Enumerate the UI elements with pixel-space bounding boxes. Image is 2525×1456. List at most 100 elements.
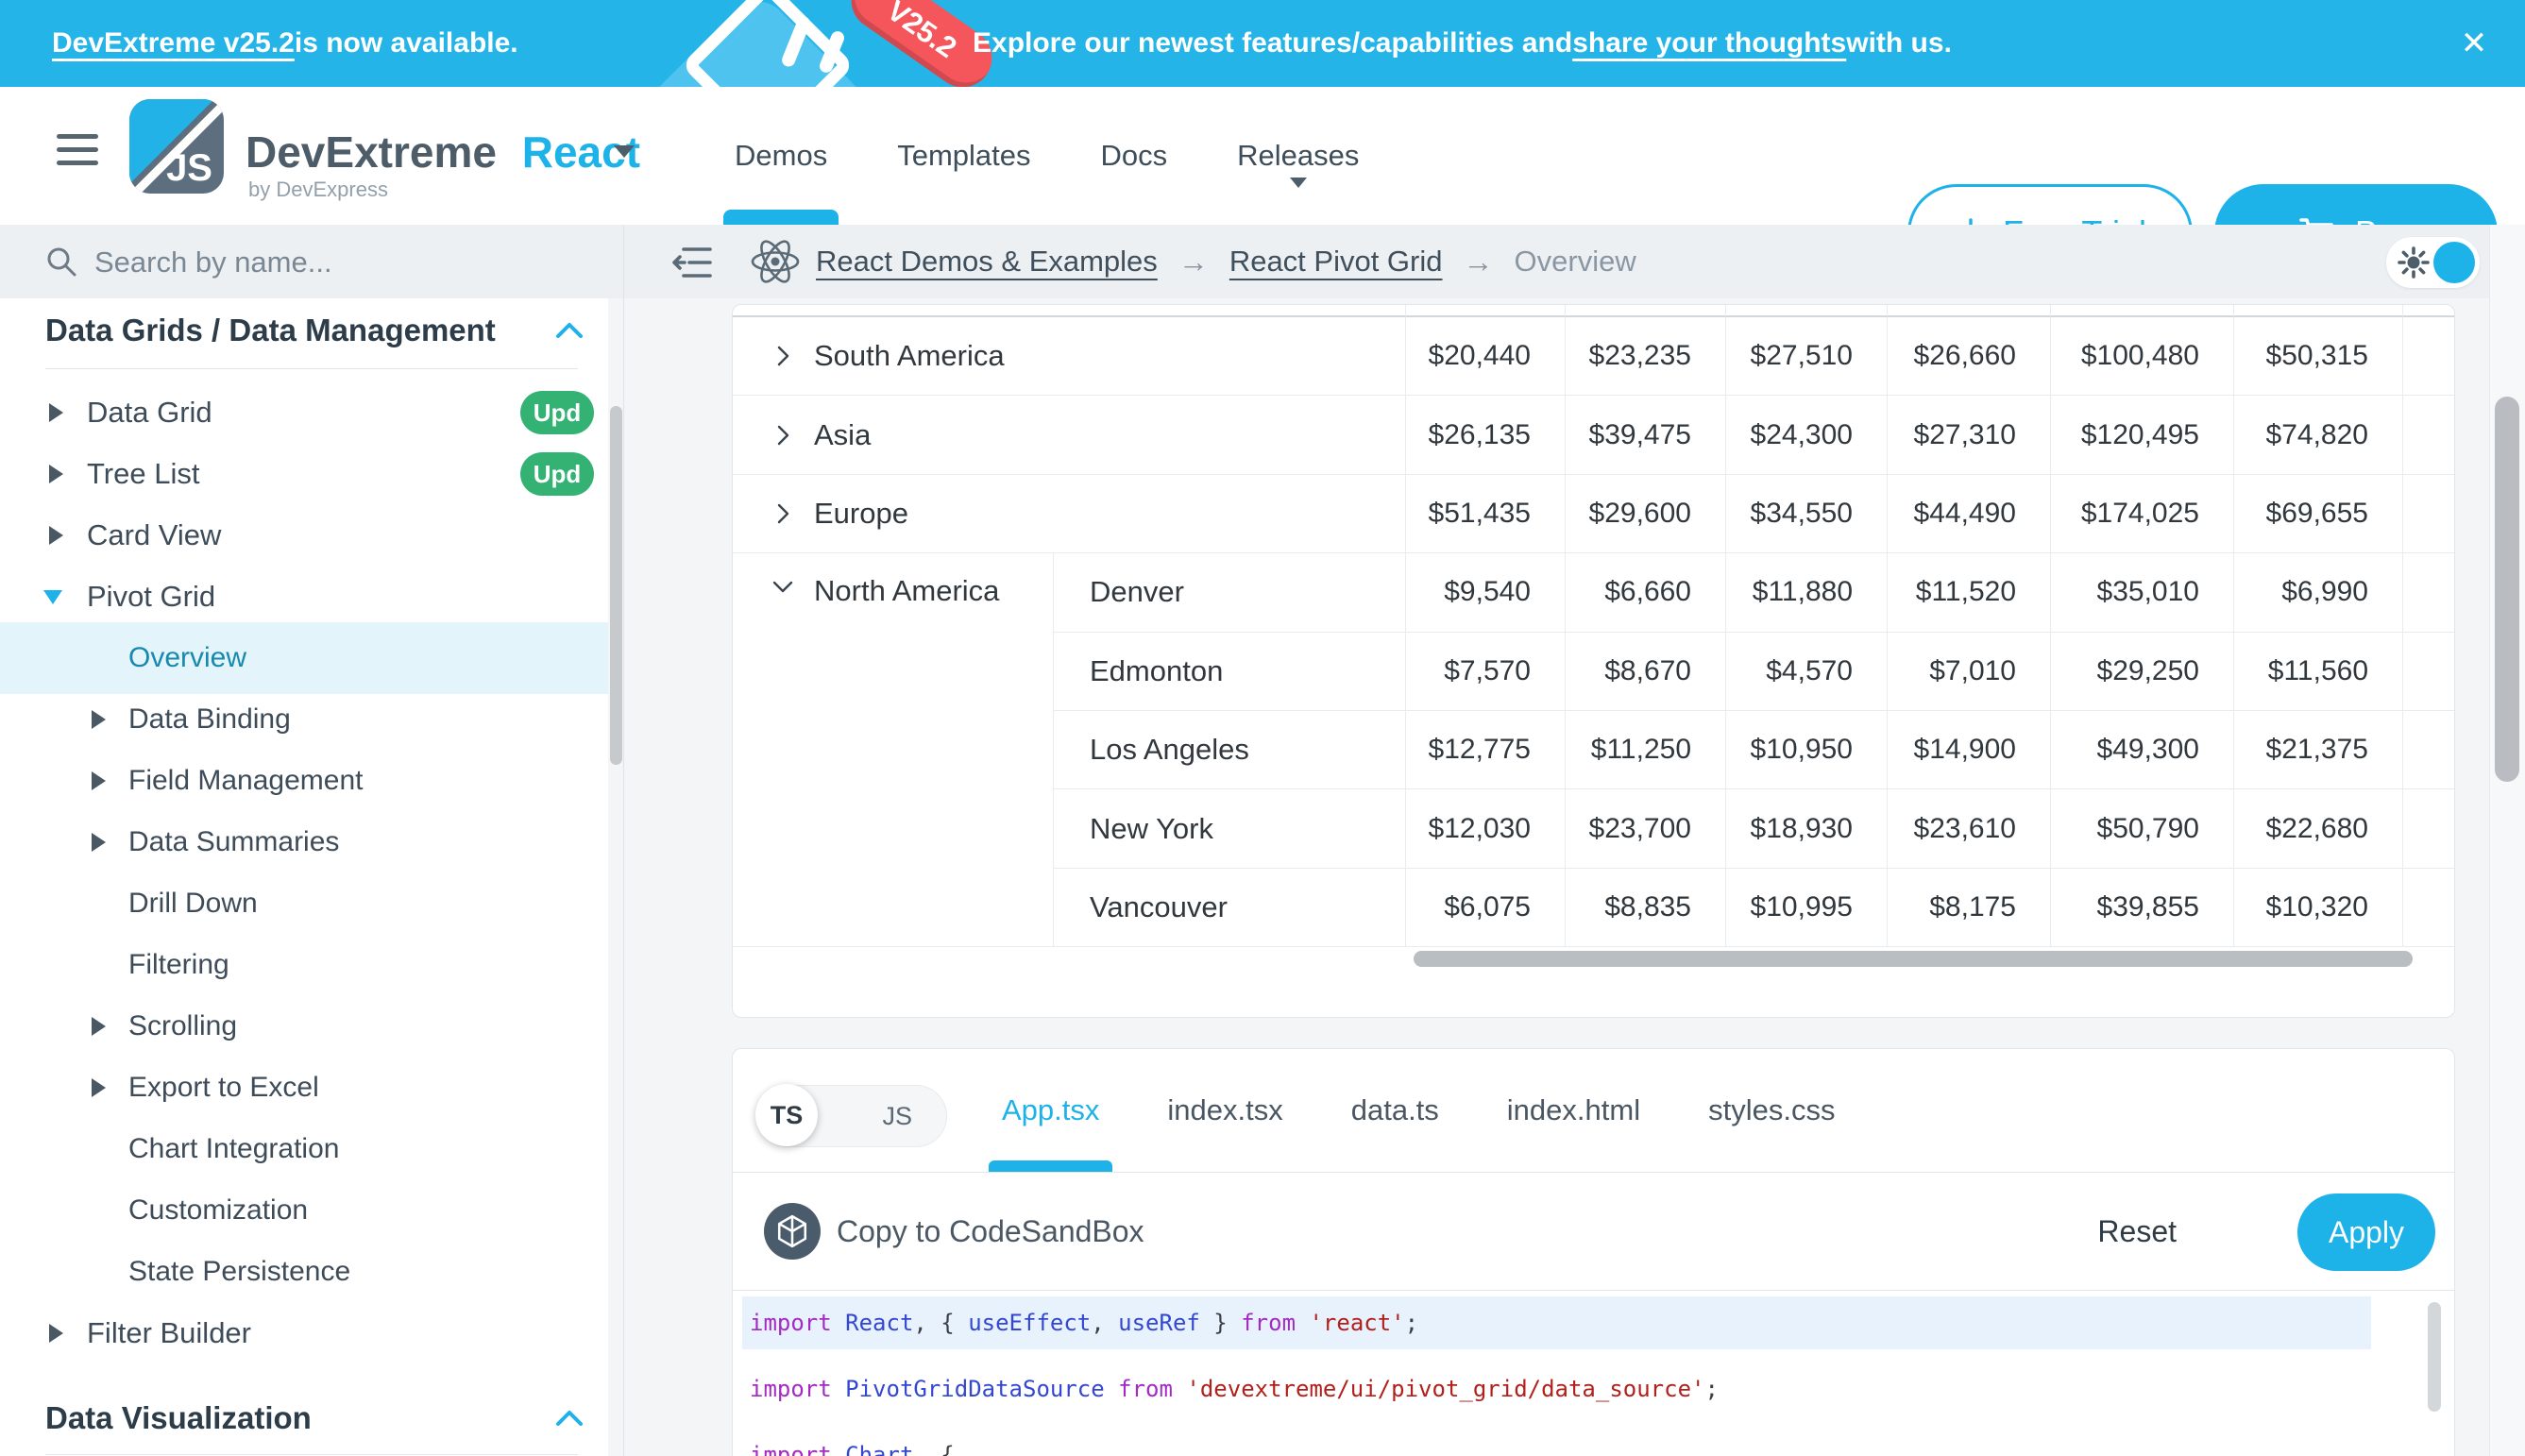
sidebar-item-data-binding[interactable]: Data Binding: [0, 689, 623, 751]
section-collapse-chevron-up-icon[interactable]: [555, 1409, 584, 1428]
tab-data-ts[interactable]: data.ts: [1351, 1049, 1439, 1172]
sidebar-item-overview[interactable]: Overview: [0, 622, 623, 694]
js-toggle-option[interactable]: JS: [882, 1086, 912, 1146]
pivot-city-row-header[interactable]: Vancouver: [1054, 869, 1406, 947]
pivot-value-cell[interactable]: $74,820: [2234, 396, 2403, 474]
pivot-value-cell[interactable]: $7,010: [1888, 633, 2051, 711]
sidebar-item-state-persistence[interactable]: State Persistence: [0, 1242, 623, 1303]
sidebar-item-data-grid[interactable]: Data GridUpd: [0, 382, 623, 444]
pivot-value-cell[interactable]: $49,300: [2051, 711, 2234, 789]
pivot-value-cell[interactable]: $6,990: [2234, 553, 2403, 632]
expand-chevron-icon[interactable]: [92, 710, 106, 729]
pivot-value-cell[interactable]: $50,790: [2051, 789, 2234, 868]
tab-index-tsx[interactable]: index.tsx: [1167, 1049, 1282, 1172]
apply-button[interactable]: Apply: [2297, 1194, 2435, 1271]
pivot-value-cell[interactable]: $8,175: [1888, 869, 2051, 947]
pivot-value-cell[interactable]: $11,520: [1888, 553, 2051, 632]
row-collapse-chevron-icon[interactable]: [771, 574, 795, 599]
nav-item-templates[interactable]: Templates: [897, 87, 1030, 225]
hamburger-menu-icon[interactable]: [57, 134, 98, 165]
sidebar-item-tree-list[interactable]: Tree ListUpd: [0, 444, 623, 505]
pivot-value-cell[interactable]: $18,930: [1726, 789, 1888, 868]
pivot-value-cell[interactable]: $8,835: [1566, 869, 1726, 947]
pivot-city-row-header[interactable]: Denver: [1054, 553, 1406, 632]
pivot-value-cell[interactable]: $35,010: [2051, 553, 2234, 632]
pivot-value-cell[interactable]: $22,680: [2234, 789, 2403, 868]
pivot-value-cell[interactable]: $39,475: [1566, 396, 1726, 474]
pivot-value-cell[interactable]: $14,900: [1888, 711, 2051, 789]
pivot-value-cell[interactable]: $20,440: [1406, 317, 1566, 396]
pivot-value-cell[interactable]: $9,540: [1406, 553, 1566, 632]
collapse-sidebar-icon[interactable]: [672, 245, 714, 279]
nav-item-docs[interactable]: Docs: [1101, 87, 1168, 225]
code-editor[interactable]: import React, { useEffect, useRef } from…: [733, 1291, 2455, 1456]
page-scrollbar-thumb[interactable]: [2495, 397, 2519, 782]
pivot-value-cell[interactable]: $34,550: [1726, 475, 1888, 553]
pivot-value-cell[interactable]: $12,030: [1406, 789, 1566, 868]
code-scrollbar-thumb[interactable]: [2428, 1302, 2441, 1412]
search-input[interactable]: [93, 236, 587, 289]
expand-chevron-icon[interactable]: [92, 1078, 106, 1097]
sidebar-item-pivot-grid[interactable]: Pivot Grid: [0, 567, 623, 628]
pivot-value-cell[interactable]: $4,570: [1726, 633, 1888, 711]
expand-chevron-icon[interactable]: [49, 526, 63, 545]
pivot-region-row-header[interactable]: Europe: [733, 475, 1406, 553]
sidebar-item-customization[interactable]: Customization: [0, 1180, 623, 1242]
expand-chevron-icon[interactable]: [49, 465, 63, 483]
theme-toggle-knob[interactable]: [2433, 242, 2475, 283]
js-logo[interactable]: JS: [129, 99, 224, 194]
expand-chevron-icon[interactable]: [92, 1017, 106, 1036]
row-expand-chevron-icon[interactable]: [771, 501, 795, 526]
sidebar-scrollbar-thumb[interactable]: [610, 406, 622, 765]
theme-toggle[interactable]: [2386, 237, 2480, 288]
pivot-value-cell[interactable]: $6,660: [1566, 553, 1726, 632]
sidebar-item-field-management[interactable]: Field Management: [0, 751, 623, 812]
expand-chevron-icon[interactable]: [92, 771, 106, 790]
pivot-city-row-header[interactable]: Edmonton: [1054, 633, 1406, 711]
collapse-chevron-icon[interactable]: [43, 590, 62, 604]
pivot-value-cell[interactable]: $11,880: [1726, 553, 1888, 632]
pivot-value-cell[interactable]: $24,300: [1726, 396, 1888, 474]
sidebar-item-chart-integration[interactable]: Chart Integration: [0, 1119, 623, 1180]
pivot-region-row-header[interactable]: Asia: [733, 396, 1406, 474]
pivot-value-cell[interactable]: $27,510: [1726, 317, 1888, 396]
expand-chevron-icon[interactable]: [49, 403, 63, 422]
codesandbox-icon[interactable]: [764, 1203, 821, 1260]
nav-item-releases[interactable]: Releases: [1237, 87, 1359, 225]
pivot-value-cell[interactable]: $12,775: [1406, 711, 1566, 789]
copy-to-codesandbox-label[interactable]: Copy to CodeSandBox: [837, 1173, 1144, 1291]
tab-styles-css[interactable]: styles.css: [1708, 1049, 1835, 1172]
pivot-value-cell[interactable]: $23,700: [1566, 789, 1726, 868]
pivot-region-row-header[interactable]: South America: [733, 317, 1406, 396]
share-thoughts-link[interactable]: share your thoughts: [1572, 27, 1846, 59]
breadcrumb-demos-link[interactable]: React Demos & Examples: [816, 245, 1158, 279]
banner-release-link[interactable]: DevExtreme v25.2: [52, 27, 295, 59]
expand-chevron-icon[interactable]: [49, 1324, 63, 1343]
pivot-value-cell[interactable]: $174,025: [2051, 475, 2234, 553]
sidebar-item-filtering[interactable]: Filtering: [0, 935, 623, 996]
framework-caret-icon[interactable]: [614, 145, 635, 158]
nav-item-demos[interactable]: Demos: [735, 87, 827, 225]
tab-App-tsx[interactable]: App.tsx: [1002, 1049, 1099, 1172]
sidebar-item-card-view[interactable]: Card View: [0, 505, 623, 567]
banner-close-button[interactable]: ✕: [2446, 0, 2502, 87]
pivot-value-cell[interactable]: $44,490: [1888, 475, 2051, 553]
sidebar-item-drill-down[interactable]: Drill Down: [0, 873, 623, 935]
sidebar-item-filter-builder[interactable]: Filter Builder: [0, 1303, 623, 1364]
pivot-value-cell[interactable]: $23,610: [1888, 789, 2051, 868]
pivot-value-cell[interactable]: $10,950: [1726, 711, 1888, 789]
pivot-value-cell[interactable]: $8,670: [1566, 633, 1726, 711]
pivot-value-cell[interactable]: $10,995: [1726, 869, 1888, 947]
tab-index-html[interactable]: index.html: [1507, 1049, 1640, 1172]
pivot-value-cell[interactable]: $39,855: [2051, 869, 2234, 947]
sidebar-item-export-to-excel[interactable]: Export to Excel: [0, 1058, 623, 1119]
brand-title[interactable]: DevExtreme React: [246, 127, 640, 178]
pivot-value-cell[interactable]: $27,310: [1888, 396, 2051, 474]
pivot-value-cell[interactable]: $120,495: [2051, 396, 2234, 474]
pivot-region-row-header[interactable]: North America: [733, 553, 1054, 947]
pivot-value-cell[interactable]: $23,235: [1566, 317, 1726, 396]
row-expand-chevron-icon[interactable]: [771, 344, 795, 368]
pivot-value-cell[interactable]: $7,570: [1406, 633, 1566, 711]
pivot-value-cell[interactable]: $29,600: [1566, 475, 1726, 553]
pivot-city-row-header[interactable]: New York: [1054, 789, 1406, 868]
